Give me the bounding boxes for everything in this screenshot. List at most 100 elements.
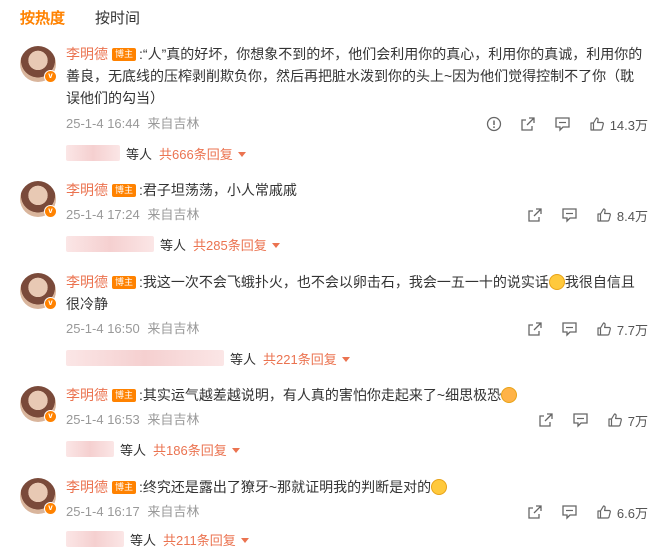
reply-count: 共186条回复	[153, 442, 227, 458]
reply-summary: 等人 共221条回复	[66, 347, 350, 369]
comment-item: v 李明德 博主:“人”真的好坏，你想象不到的坏，他们会利用你的真心，利用你的真诚…	[0, 40, 660, 170]
share-icon	[539, 413, 553, 427]
view-replies-link[interactable]: 共186条回复	[153, 440, 240, 459]
comment-author[interactable]: 李明德	[66, 387, 108, 403]
reply-count: 共285条回复	[193, 237, 267, 253]
reply-summary: 等人 共666条回复	[66, 142, 246, 164]
report-button[interactable]	[486, 116, 502, 132]
reply-summary: 等人 共211条回复	[66, 528, 249, 550]
sort-tabs: 按热度 按时间	[0, 0, 660, 38]
like-button[interactable]: 14.3万	[589, 115, 648, 134]
verified-badge-icon: v	[44, 297, 57, 310]
comment-actions: 7万	[520, 409, 648, 431]
view-replies-link[interactable]: 共221条回复	[263, 349, 350, 368]
comment-actions: 14.3万	[468, 113, 648, 135]
view-replies-link[interactable]: 共666条回复	[159, 144, 246, 163]
blurred-usernames	[66, 145, 120, 161]
comment-text: 李明德 博主:君子坦荡荡，小人常戚戚	[66, 179, 648, 201]
comment-author[interactable]: 李明德	[66, 182, 108, 198]
share-button[interactable]	[538, 412, 554, 428]
author-tag: 博主	[112, 276, 137, 289]
comment-source: 来自吉林	[147, 321, 200, 336]
author-tag: 博主	[112, 389, 137, 402]
view-replies-link[interactable]: 共285条回复	[193, 235, 280, 254]
share-button[interactable]	[527, 504, 543, 520]
share-button[interactable]	[527, 321, 543, 337]
author-tag: 博主	[112, 481, 137, 494]
comment-button[interactable]	[561, 207, 578, 223]
share-icon	[528, 208, 542, 222]
comment-author[interactable]: 李明德	[66, 46, 108, 62]
comment-meta: 25-1-4 16:44 来自吉林	[66, 115, 199, 133]
reply-count: 共221条回复	[263, 351, 337, 367]
comment-button[interactable]	[554, 116, 571, 132]
reply-who: 等人	[230, 351, 257, 367]
reply-who: 等人	[130, 532, 157, 548]
like-button[interactable]: 7万	[607, 411, 648, 430]
comment-date: 25-1-4 16:50	[66, 321, 140, 336]
like-button[interactable]: 7.7万	[596, 320, 648, 339]
like-icon	[590, 117, 604, 131]
comment-source: 来自吉林	[147, 116, 200, 131]
reply-summary: 等人 共186条回复	[66, 438, 240, 460]
author-tag: 博主	[112, 48, 137, 61]
view-replies-link[interactable]: 共211条回复	[163, 530, 249, 549]
grin-emoji-icon	[548, 274, 565, 290]
comment-date: 25-1-4 17:24	[66, 207, 140, 222]
comment-icon	[562, 322, 577, 337]
like-button[interactable]: 8.4万	[596, 206, 648, 225]
comment-button[interactable]	[561, 321, 578, 337]
reply-who: 等人	[126, 146, 153, 162]
comment-icon	[562, 208, 577, 223]
comment-author[interactable]: 李明德	[66, 274, 108, 290]
tab-by-hot[interactable]: 按热度	[20, 9, 65, 29]
share-button[interactable]	[520, 116, 536, 132]
comment-icon	[555, 117, 570, 132]
like-count: 7万	[627, 413, 648, 429]
comment-button[interactable]	[572, 412, 589, 428]
comment-text: 李明德 博主:“人”真的好坏，你想象不到的坏，他们会利用你的真心，利用你的真诚，利…	[66, 43, 648, 109]
tab-by-time[interactable]: 按时间	[95, 9, 140, 29]
comment-actions: 6.6万	[509, 501, 648, 523]
comment-body: :“人”真的好坏，你想象不到的坏，他们会利用你的真心，利用你的真诚，利用你的善良…	[66, 46, 643, 106]
blurred-usernames	[66, 350, 224, 366]
comment-item: v 李明德 博主:其实运气越差越说明，有人真的害怕你走起来了~细思极恐 25-1-…	[0, 380, 660, 465]
like-count: 14.3万	[609, 117, 648, 133]
comment-body: :我这一次不会飞蛾扑火，也不会以卵击石，我会一五一十的说实话	[139, 274, 549, 290]
reply-count: 共666条回复	[159, 146, 233, 162]
like-count: 8.4万	[616, 208, 648, 224]
chevron-down-icon	[237, 151, 246, 157]
comment-text: 李明德 博主:我这一次不会飞蛾扑火，也不会以卵击石，我会一五一十的说实话 我很自信且…	[66, 271, 648, 315]
verified-badge-icon: v	[44, 205, 57, 218]
like-button[interactable]: 6.6万	[596, 503, 648, 522]
chevron-down-icon	[231, 447, 240, 453]
comment-icon	[573, 413, 588, 428]
comment-text: 李明德 博主:其实运气越差越说明，有人真的害怕你走起来了~细思极恐	[66, 384, 648, 406]
report-icon	[486, 116, 501, 132]
comment-author[interactable]: 李明德	[66, 479, 108, 495]
share-icon	[528, 505, 542, 519]
comment-source: 来自吉林	[147, 504, 200, 519]
author-tag: 博主	[112, 184, 137, 197]
comment-item: v 李明德 博主:我这一次不会飞蛾扑火，也不会以卵击石，我会一五一十的说实话 我很自…	[0, 265, 660, 370]
share-icon	[521, 117, 535, 131]
blurred-usernames	[66, 441, 114, 457]
blurred-usernames	[66, 531, 124, 547]
comment-meta: 25-1-4 16:50 来自吉林	[66, 320, 199, 338]
share-button[interactable]	[527, 207, 543, 223]
verified-badge-icon: v	[44, 410, 57, 423]
comment-body: :君子坦荡荡，小人常戚戚	[139, 182, 297, 198]
like-icon	[608, 413, 622, 427]
comment-meta: 25-1-4 16:53 来自吉林	[66, 411, 199, 429]
verified-badge-icon: v	[44, 502, 57, 515]
chevron-down-icon	[341, 356, 350, 362]
comment-source: 来自吉林	[147, 207, 200, 222]
comment-actions: 7.7万	[509, 318, 648, 340]
glasses-emoji-icon	[431, 479, 448, 495]
reply-summary: 等人 共285条回复	[66, 233, 280, 255]
comment-date: 25-1-4 16:44	[66, 116, 140, 131]
comment-text: 李明德 博主:终究还是露出了獠牙~那就证明我的判断是对的	[66, 476, 648, 498]
comment-item: v 李明德 博主:终究还是露出了獠牙~那就证明我的判断是对的 25-1-4 16:…	[0, 472, 660, 554]
reply-who: 等人	[160, 237, 187, 253]
comment-button[interactable]	[561, 504, 578, 520]
